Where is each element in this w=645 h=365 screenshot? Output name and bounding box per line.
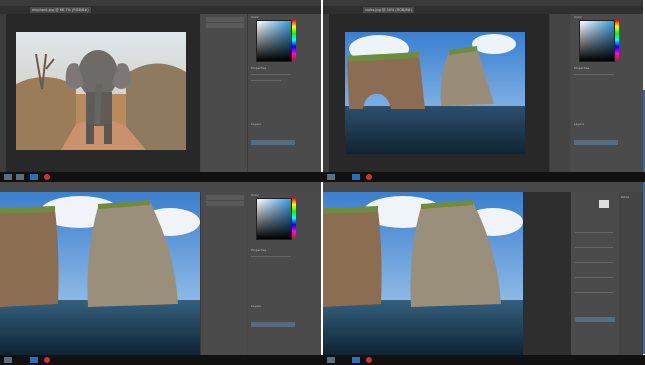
layers-panel-tab[interactable]: Layers xyxy=(574,122,584,126)
collapsed-panels[interactable]: Paths xyxy=(619,192,643,355)
document-tab-bar: elephant.jpg @ 66.7% (RGB/8#) xyxy=(0,6,321,14)
chrome-icon[interactable] xyxy=(44,174,50,180)
property-row xyxy=(575,277,613,278)
color-field[interactable] xyxy=(256,198,292,240)
property-row xyxy=(575,292,613,293)
canvas-area[interactable] xyxy=(329,14,549,172)
property-row xyxy=(575,262,613,263)
color-field[interactable] xyxy=(579,20,615,62)
photoshop-window-rocks-zoomed-2: Paths xyxy=(323,182,643,355)
color-panel-tab[interactable]: Color xyxy=(574,15,582,19)
properties-panel-tab[interactable]: Properties xyxy=(251,66,266,70)
rocks-photo xyxy=(345,32,525,154)
collapsed-panels[interactable] xyxy=(550,14,570,172)
start-icon[interactable] xyxy=(327,357,335,363)
search-icon[interactable] xyxy=(16,174,24,180)
history-panel[interactable] xyxy=(201,192,247,355)
chrome-icon[interactable] xyxy=(366,174,372,180)
right-panels: Color Properties Layers xyxy=(571,14,643,172)
panel-tab[interactable]: Paths xyxy=(621,195,629,199)
property-row xyxy=(575,232,613,233)
property-row xyxy=(251,256,291,257)
photoshop-icon[interactable] xyxy=(30,174,38,180)
rocks-photo-zoomed xyxy=(323,192,523,355)
chrome-icon[interactable] xyxy=(366,357,372,363)
history-item[interactable] xyxy=(206,17,244,22)
property-row xyxy=(574,74,614,75)
properties-panel xyxy=(571,192,619,355)
elephant-photo xyxy=(16,32,186,150)
hue-slider[interactable] xyxy=(292,20,296,60)
taskbar xyxy=(0,355,645,365)
document-tab[interactable]: elephant.jpg @ 66.7% (RGB/8#) xyxy=(30,7,91,13)
layers-panel-tab[interactable]: Layers xyxy=(251,122,261,126)
history-item[interactable] xyxy=(206,23,244,28)
layer-row[interactable] xyxy=(575,317,615,322)
color-panel-tab[interactable]: Color xyxy=(251,193,259,197)
canvas-area[interactable] xyxy=(323,192,523,355)
layer-row[interactable] xyxy=(574,140,618,145)
history-panel[interactable] xyxy=(201,14,247,172)
layer-row[interactable] xyxy=(251,322,295,327)
hue-slider[interactable] xyxy=(292,198,296,238)
color-panel-tab[interactable]: Color xyxy=(251,15,259,19)
property-row xyxy=(251,80,281,81)
thumbnail xyxy=(599,200,609,208)
document-tab[interactable]: rocks.jpg @ 50% (RGB/8#) xyxy=(363,7,415,13)
start-icon[interactable] xyxy=(4,357,12,363)
property-row xyxy=(251,74,291,75)
taskbar xyxy=(0,172,645,182)
photoshop-icon[interactable] xyxy=(352,174,360,180)
canvas-pasteboard[interactable] xyxy=(523,192,571,355)
photoshop-icon[interactable] xyxy=(352,357,360,363)
photoshop-icon[interactable] xyxy=(30,357,38,363)
screen-grid: elephant.jpg @ 66.7% (RGB/8#) Color Prop… xyxy=(0,0,645,365)
canvas-area[interactable] xyxy=(6,14,200,172)
canvas-area[interactable] xyxy=(0,192,200,355)
layer-row[interactable] xyxy=(251,140,295,145)
photoshop-window-elephant: elephant.jpg @ 66.7% (RGB/8#) Color Prop… xyxy=(0,0,321,172)
history-item[interactable] xyxy=(206,201,244,206)
document-tab-bar: rocks.jpg @ 50% (RGB/8#) xyxy=(323,6,643,14)
start-icon[interactable] xyxy=(4,174,12,180)
properties-panel-tab[interactable]: Properties xyxy=(251,248,266,252)
layers-panel-tab[interactable]: Layers xyxy=(251,304,261,308)
history-item[interactable] xyxy=(206,195,244,200)
chrome-icon[interactable] xyxy=(44,357,50,363)
photoshop-window-rocks-small: rocks.jpg @ 50% (RGB/8#) Color Propertie… xyxy=(323,0,643,172)
start-icon[interactable] xyxy=(327,174,335,180)
property-row xyxy=(575,247,613,248)
photoshop-window-rocks-zoomed: Color Properties Layers xyxy=(0,182,321,355)
right-panels: Color Properties Layers xyxy=(248,192,321,355)
color-field[interactable] xyxy=(256,20,292,62)
right-panels: Color Properties Layers xyxy=(248,14,321,172)
properties-panel-tab[interactable]: Properties xyxy=(574,66,589,70)
rocks-photo-zoomed xyxy=(0,192,200,355)
hue-slider[interactable] xyxy=(615,20,619,60)
